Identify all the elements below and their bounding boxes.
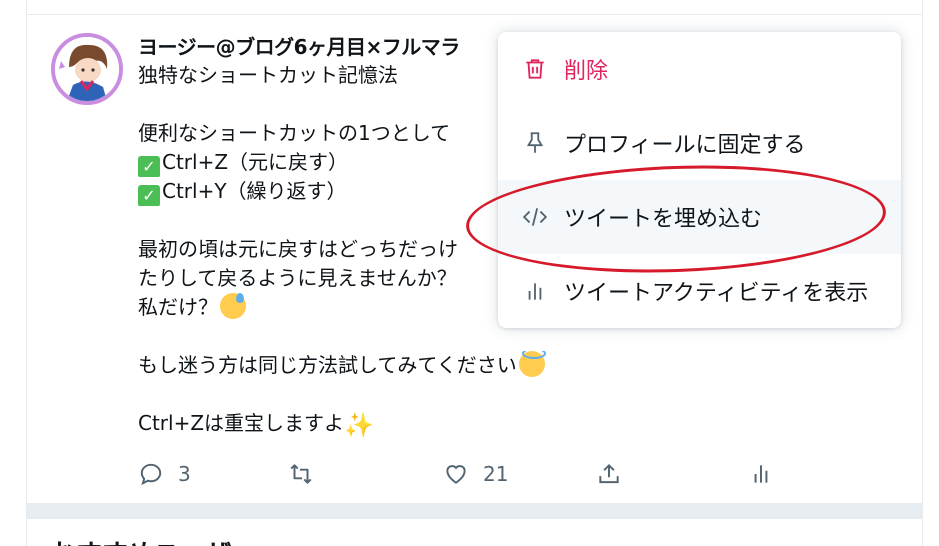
- menu-item-label: プロフィールに固定する: [564, 133, 806, 158]
- share-icon: [599, 463, 619, 484]
- tweet-line-text: 私だけ？: [138, 295, 218, 319]
- analytics-button[interactable]: [748, 457, 774, 491]
- menu-item-embed[interactable]: ツイートを埋め込む: [498, 180, 901, 254]
- retweet-icon: [290, 464, 312, 484]
- tweet-options-menu: 削除 プロフィールに固定する ツイートを埋め込む ツイートアクティビティを表示: [498, 32, 901, 328]
- reply-icon: [140, 463, 162, 486]
- check-mark-icon: ✓: [138, 185, 160, 206]
- tweet-line-text: Ctrl+Z（元に戻す）: [162, 150, 349, 174]
- like-button[interactable]: 21: [443, 457, 508, 491]
- tweet-line: もし迷う方は同じ方法試してみてください: [138, 351, 898, 380]
- avatar[interactable]: [51, 33, 123, 105]
- like-count: 21: [483, 462, 509, 486]
- menu-item-label: ツイートを埋め込む: [564, 207, 763, 232]
- check-mark-icon: ✓: [138, 156, 160, 177]
- tweet-line-text: Ctrl+Y（繰り返す）: [162, 179, 347, 203]
- share-button[interactable]: [596, 457, 622, 491]
- timeline-page: ヨージー@ブログ6ヶ月目×フルマラ 独特なショートカット記憶法便利なショートカッ…: [0, 0, 939, 546]
- tweet-author[interactable]: ヨージー@ブログ6ヶ月目×フルマラ: [138, 33, 503, 61]
- heart-icon: [446, 465, 466, 484]
- who-to-follow-title: おすすめユーザー: [50, 534, 257, 546]
- tweet-line-text: 最初の頃は元に戻すはどっちだっけ: [138, 237, 458, 261]
- code-icon: [522, 204, 548, 230]
- reply-button[interactable]: 3: [138, 457, 191, 491]
- sparkles-icon: ✨: [344, 411, 374, 438]
- menu-item-delete[interactable]: 削除: [498, 32, 901, 106]
- menu-item-pin[interactable]: プロフィールに固定する: [498, 106, 901, 180]
- pin-icon: [522, 130, 548, 156]
- analytics-icon: [522, 278, 548, 304]
- retweet-button[interactable]: [288, 457, 314, 491]
- sweat-smile-emoji-icon: [220, 293, 246, 319]
- reply-count: 3: [178, 462, 191, 486]
- tweet-line-text: Ctrl+Zは重宝しますよ: [138, 411, 345, 435]
- halo-smile-emoji-icon: [518, 351, 546, 377]
- menu-item-activity[interactable]: ツイートアクティビティを表示: [498, 254, 901, 328]
- tweet-line-text: たりして戻るように見えませんか？: [138, 266, 457, 290]
- column-border-right: [922, 0, 923, 546]
- tweet-line-text: もし迷う方は同じ方法試してみてください: [138, 353, 517, 377]
- menu-item-label: ツイートアクティビティを表示: [564, 281, 869, 306]
- tweet-actions: 3 21: [138, 457, 798, 491]
- tweet-line-text: 独特なショートカット記憶法: [138, 63, 398, 87]
- analytics-icon: [754, 465, 768, 483]
- section-divider: [26, 503, 923, 519]
- menu-item-label: 削除: [564, 59, 609, 84]
- tweet-line-text: 便利なショートカットの1つとして: [138, 121, 451, 145]
- trash-icon: [522, 56, 548, 82]
- tweet-line: Ctrl+Zは重宝しますよ✨: [138, 409, 898, 438]
